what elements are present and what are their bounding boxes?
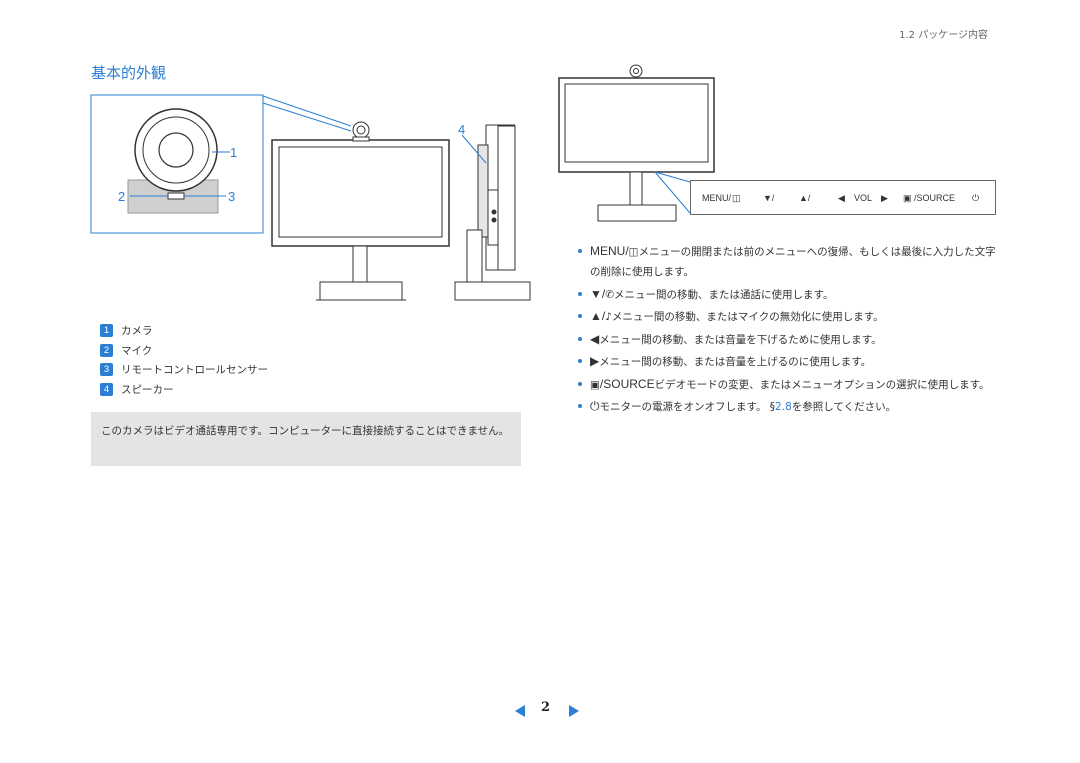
bullet-text: メニューの開閉または前のメニューへの復帰、もしくは最後に入力した文字の削除に使用… <box>590 246 996 278</box>
bullet-right: ▶メニュー間の移動、または音量を上げるのに使用します。 <box>576 351 996 372</box>
bullet-symbol: ▶ <box>590 354 600 368</box>
panel-down-label: ▼/ <box>763 193 775 203</box>
bullet-source: ▣/SOURCEビデオモードの変更、またはメニューオプションの選択に使用します。 <box>576 374 996 395</box>
panel-source-label: /SOURCE <box>914 193 956 203</box>
bullet-text: メニュー間の移動、または通話に使用します。 <box>614 288 834 301</box>
panel-vol-left: ◀ <box>838 193 845 203</box>
power-icon: ⏻ <box>972 193 980 203</box>
callout-4: 4 <box>458 122 465 137</box>
panel-up-label: ▲/ <box>799 193 811 203</box>
callout-1: 1 <box>230 145 237 160</box>
bullet-left: ◀メニュー間の移動、または音量を下げるために使用します。 <box>576 329 996 350</box>
side-monitor <box>454 124 531 301</box>
bullet-text-after: を参照してください。 <box>791 401 897 413</box>
bullet-symbol: ▼/ <box>590 286 606 301</box>
mic-mute-icon: ♪ <box>605 311 612 323</box>
legend-badge: 4 <box>100 382 113 396</box>
legend-label: カメラ <box>121 325 153 338</box>
bullet-menu: MENU/◫メニューの開閉または前のメニューへの復帰、もしくは最後に入力した文字… <box>576 241 996 282</box>
bullet-text: メニュー間の移動、または音量を下げるために使用します。 <box>599 333 882 346</box>
page-number: 2 <box>541 700 551 715</box>
control-panel-callout: MENU/ ◫ ▼/ ▲/ ◀ VOL ▶ ▣ /SOURCE ⏻ <box>690 180 996 215</box>
legend-list: 1 カメラ 2 マイク 3 リモートコントロールセンサー 4 スピーカー <box>100 321 268 399</box>
bullet-text: ビデオモードの変更、またはメニューオプションの選択に使用します。 <box>654 378 990 391</box>
legend-badge: 2 <box>100 343 113 357</box>
panel-vol-right: ▶ <box>881 193 888 203</box>
bullet-power: ⏻モニターの電源をオンオフします。 §2.8を参照してください。 <box>576 396 996 417</box>
bullet-text: モニターの電源をオンオフします。 § <box>599 401 776 413</box>
legend-item-speaker: 4 スピーカー <box>100 380 268 400</box>
menu-icon: ◫ <box>732 193 741 203</box>
legend-label: スピーカー <box>121 383 174 396</box>
legend-label: マイク <box>121 344 153 357</box>
legend-item-mic: 2 マイク <box>100 341 268 361</box>
source-icon: ▣ <box>903 193 912 203</box>
bullet-up: ▲/♪メニュー間の移動、またはマイクの無効化に使用します。 <box>576 306 996 327</box>
callout-2: 2 <box>118 189 125 204</box>
bullet-symbol: ◀ <box>590 331 600 346</box>
front-monitor <box>271 121 450 301</box>
bullet-text: メニュー間の移動、または音量を上げるのに使用します。 <box>599 356 872 368</box>
legend-badge: 3 <box>100 363 113 377</box>
legend-item-camera: 1 カメラ <box>100 321 268 341</box>
bullet-down: ▼/✆メニュー間の移動、または通話に使用します。 <box>576 284 996 305</box>
legend-badge: 1 <box>100 324 113 338</box>
bullet-text: メニュー間の移動、またはマイクの無効化に使用します。 <box>611 311 884 323</box>
power-icon: ⏻ <box>590 399 600 413</box>
next-page-arrow-icon[interactable] <box>569 705 579 717</box>
button-description-list: MENU/◫メニューの開閉または前のメニューへの復帰、もしくは最後に入力した文字… <box>576 241 996 419</box>
section-link[interactable]: 2.8 <box>775 401 792 413</box>
panel-vol-label: VOL <box>854 193 873 203</box>
legend-item-remote-sensor: 3 リモートコントロールセンサー <box>100 360 268 380</box>
prev-page-arrow-icon[interactable] <box>515 705 525 717</box>
panel-menu-label: MENU/ <box>702 193 731 203</box>
phone-icon: ✆ <box>605 288 615 301</box>
source-icon: ▣ <box>590 378 600 391</box>
callout-3: 3 <box>228 189 235 204</box>
menu-icon: ◫ <box>628 246 639 258</box>
note-box: このカメラはビデオ通話専用です。コンピューターに直接接続することはできません。 <box>91 412 521 466</box>
bullet-symbol: ▲/ <box>590 309 606 323</box>
bullet-symbol: /SOURCE <box>599 376 655 391</box>
pager: 2 <box>515 700 579 722</box>
bullet-symbol: MENU/ <box>590 244 629 258</box>
legend-label: リモートコントロールセンサー <box>121 364 268 377</box>
